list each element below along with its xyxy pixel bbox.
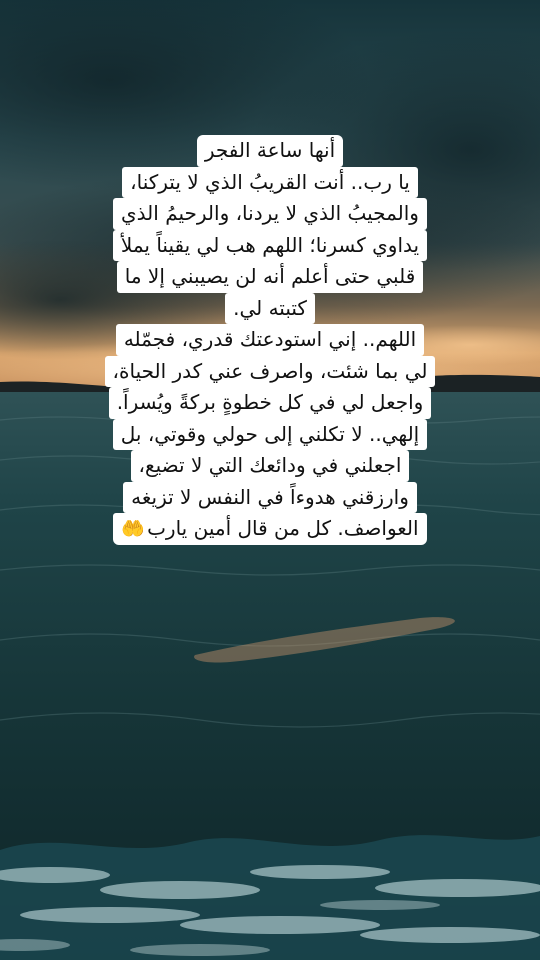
caption-line: والمجيبُ الذي لا يردنا، والرحيمُ الذي: [113, 198, 427, 230]
caption-line: قلبي حتى أعلم أنه لن يصيبني إلا ما: [116, 261, 424, 293]
caption-line: يا رب.. أنت القريبُ الذي لا يتركنا،: [122, 166, 418, 198]
story-scene: أنها ساعة الفجر يا رب.. أنت القريبُ الذي…: [0, 0, 540, 960]
palms-up-together-icon: 🤲: [121, 518, 146, 540]
caption-line: لي بما شئت، واصرف عني كدر الحياة،: [104, 355, 436, 387]
caption-line: يداوي كسرنا؛ اللهم هب لي يقيناً يملأ: [112, 229, 428, 261]
prayer-caption: أنها ساعة الفجر يا رب.. أنت القريبُ الذي…: [0, 135, 540, 545]
caption-line: اللهم.. إني استودعتك قدري، فجمّله: [115, 324, 425, 356]
caption-line: اجعلني في ودائعك التي لا تضيع،: [130, 450, 410, 482]
caption-line: أنها ساعة الفجر: [196, 135, 344, 167]
caption-line: كتبته لي.: [225, 292, 315, 324]
caption-line: إلهي.. لا تكلني إلى حولي وقوتي، بل: [112, 418, 428, 450]
caption-line: واجعل لي في كل خطوةٍ بركةً ويُسراً.: [108, 387, 432, 419]
caption-line: وارزقني هدوءاً في النفس لا تزيغه: [123, 481, 417, 513]
caption-line: العواصف. كل من قال أمين يارب🤲: [113, 513, 427, 545]
